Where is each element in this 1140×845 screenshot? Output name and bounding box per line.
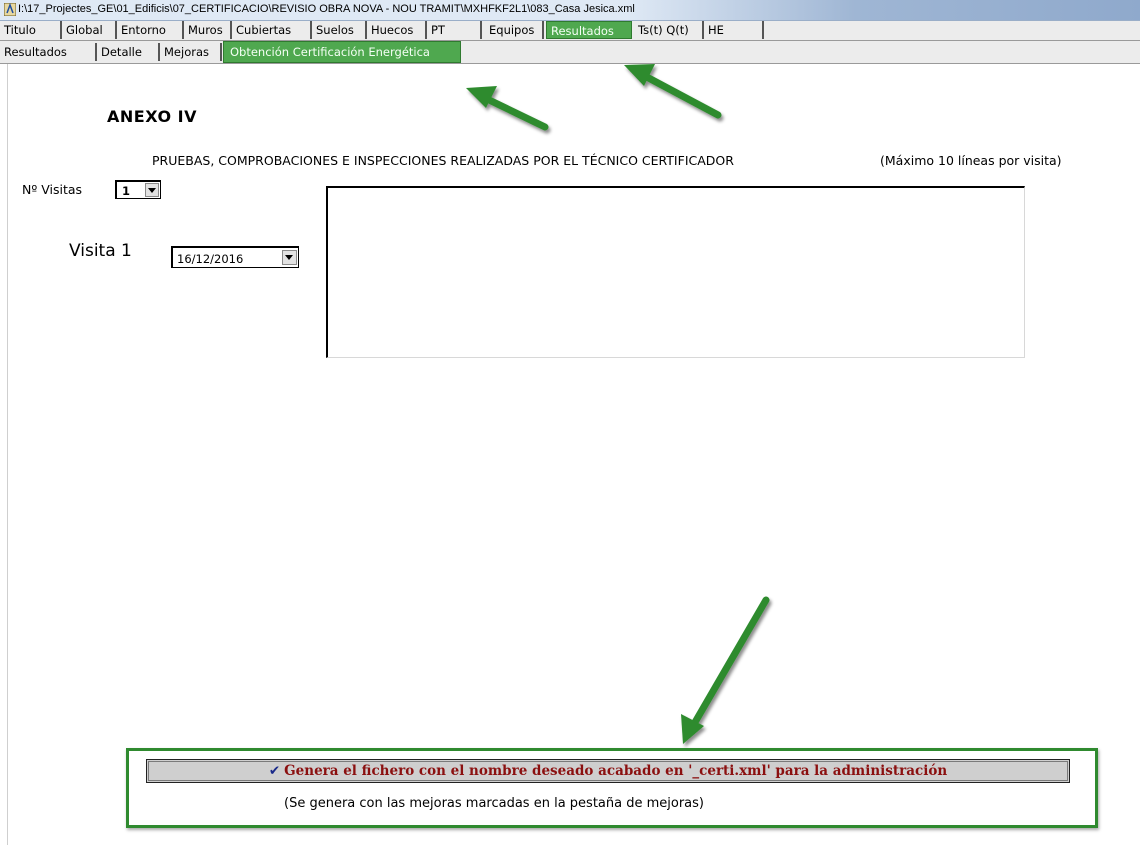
visit-date-value: 16/12/2016 — [177, 252, 244, 266]
subtab-resultados[interactable]: Resultados — [0, 43, 97, 61]
title-bar: I:\17_Projectes_GE\01_Edificis\07_CERTIF… — [0, 0, 1140, 21]
tab-entorno[interactable]: Entorno — [117, 21, 184, 39]
tab-cubiertas[interactable]: Cubiertas — [232, 21, 312, 39]
tab-suelos[interactable]: Suelos — [312, 21, 367, 39]
subtab-mejoras[interactable]: Mejoras — [160, 43, 222, 61]
checkmark-icon: ✔ — [268, 763, 281, 779]
tab-muros[interactable]: Muros — [184, 21, 232, 39]
annex-title: ANEXO IV — [107, 107, 197, 126]
chevron-down-icon[interactable] — [282, 250, 297, 265]
window-title: I:\17_Projectes_GE\01_Edificis\07_CERTIF… — [18, 3, 635, 15]
main-tab-bar: Titulo Global Entorno Muros Cubiertas Su… — [0, 21, 1140, 41]
visits-count-label: Nº Visitas — [22, 182, 83, 197]
chevron-down-icon[interactable] — [145, 183, 159, 197]
inspections-heading: PRUEBAS, COMPROBACIONES E INSPECCIONES R… — [152, 153, 734, 168]
visit-label: Visita 1 — [69, 241, 132, 261]
subtab-detalle[interactable]: Detalle — [97, 43, 160, 61]
sub-tab-bar: Resultados Detalle Mejoras Obtención Cer… — [0, 41, 1140, 64]
visits-count-value: 1 — [122, 184, 131, 198]
tab-titulo[interactable]: Titulo — [0, 21, 62, 39]
app-icon — [4, 3, 16, 16]
max-lines-note: (Máximo 10 líneas por visita) — [880, 153, 1062, 168]
visit-notes-textarea[interactable] — [326, 186, 1025, 358]
tab-equipos[interactable]: Equipos — [482, 21, 544, 39]
content-panel — [0, 64, 1140, 845]
tab-ts-q[interactable]: Ts(t) Q(t) — [634, 21, 704, 39]
visit-date-select[interactable]: 16/12/2016 — [171, 246, 299, 268]
visits-count-select[interactable]: 1 — [115, 180, 161, 199]
generate-certificate-button[interactable]: ✔ Genera el fichero con el nombre deseado… — [146, 759, 1070, 783]
tab-pt[interactable]: PT — [427, 21, 482, 39]
panel-left-border — [7, 64, 8, 845]
subtab-obtencion-certificacion[interactable]: Obtención Certificación Energética — [223, 41, 461, 63]
generate-note: (Se genera con las mejoras marcadas en l… — [284, 796, 704, 811]
tab-global[interactable]: Global — [62, 21, 117, 39]
generate-button-label: Genera el fichero con el nombre deseado … — [284, 763, 948, 779]
tab-he[interactable]: HE — [704, 21, 764, 39]
tab-huecos[interactable]: Huecos — [367, 21, 427, 39]
tab-resultados[interactable]: Resultados — [546, 21, 632, 39]
